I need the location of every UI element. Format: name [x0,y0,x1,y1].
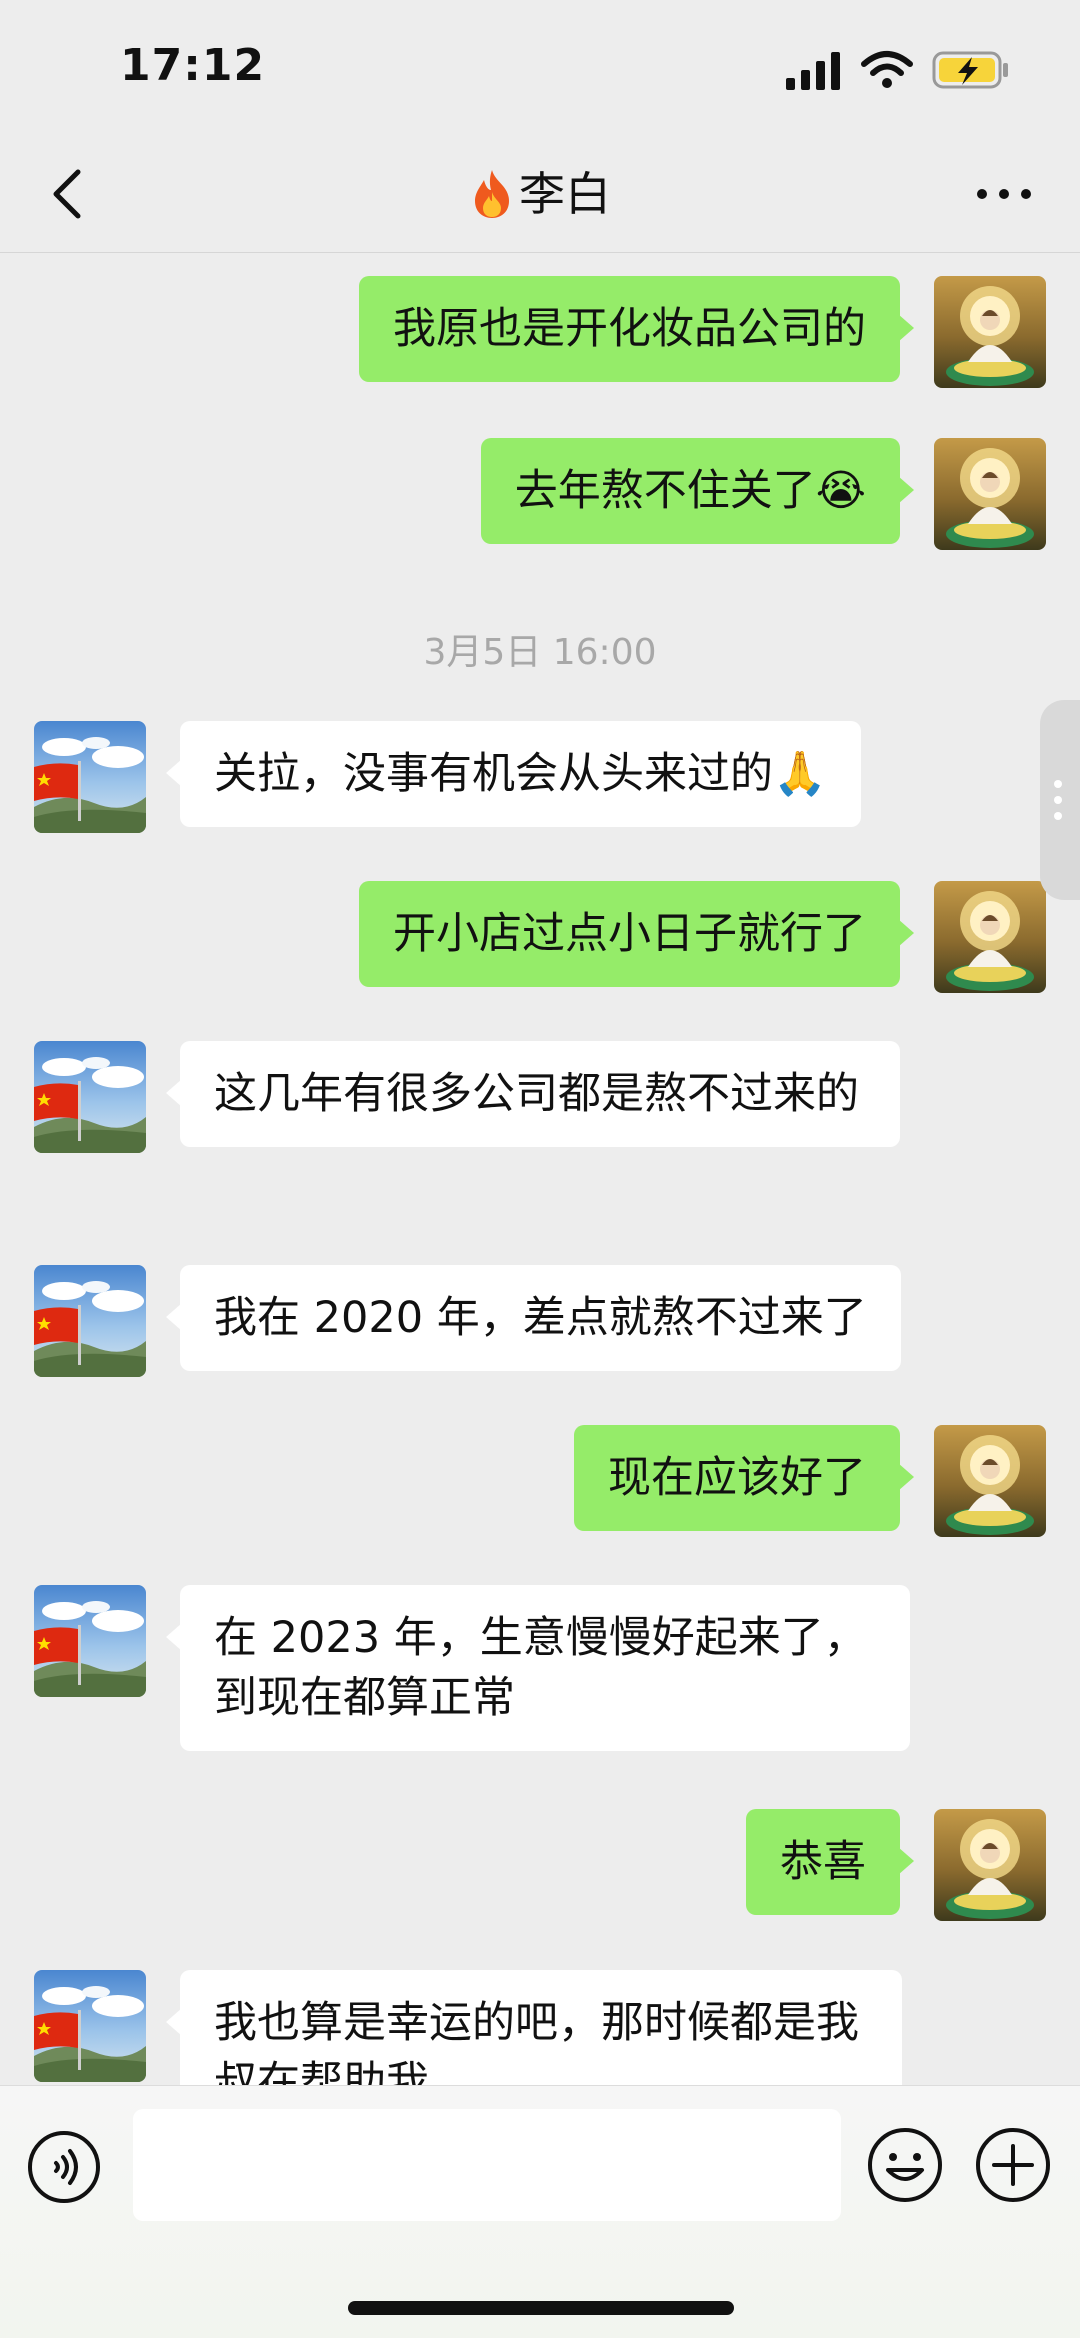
status-icons [784,48,1010,92]
status-bar: 17:12 [0,0,1080,140]
status-time: 17:12 [120,40,266,91]
message-bubble-sent[interactable]: 恭喜 [746,1809,914,1915]
chat-header: 李白 [0,140,1080,253]
contact-avatar[interactable] [34,1585,146,1697]
voice-input-icon[interactable] [26,2129,102,2205]
contact-avatar[interactable] [34,1970,146,2082]
my-avatar[interactable] [934,1425,1046,1537]
chat-title-text: 李白 [519,167,611,221]
my-avatar[interactable] [934,438,1046,550]
contact-avatar[interactable] [34,721,146,833]
fire-icon [475,170,509,218]
message-bubble-received[interactable]: 我在 2020 年，差点就熬不过来了 [166,1265,901,1371]
message-bubble-received[interactable]: 在 2023 年，生意慢慢好起来了，到现在都算正常 [166,1585,910,1751]
add-more-icon[interactable] [974,2126,1052,2204]
message-bubble-received[interactable]: 关拉，没事有机会从头来过的🙏 [166,721,861,827]
signal-icon [786,52,840,90]
contact-avatar[interactable] [34,1041,146,1153]
message-bubble-sent[interactable]: 现在应该好了 [574,1425,914,1531]
wifi-icon [861,51,913,88]
message-bubble-sent[interactable]: 开小店过点小日子就行了 [359,881,914,987]
input-bar [0,2085,1080,2338]
battery-charging-icon [932,51,1008,89]
my-avatar[interactable] [934,881,1046,993]
home-indicator [348,2301,734,2315]
emoji-icon[interactable] [866,2126,944,2204]
my-avatar[interactable] [934,1809,1046,1921]
message-bubble-received[interactable]: 我也算是幸运的吧，那时候都是我叔在帮助我 [166,1970,902,2085]
message-list[interactable]: 我原也是开化妆品公司的 去年熬不住关了😭 3月5日 16:00 关拉，没事有机会… [0,253,1080,2085]
message-bubble-sent[interactable]: 去年熬不住关了😭 [480,438,915,544]
message-input[interactable] [133,2109,841,2221]
more-options-icon[interactable] [968,162,1040,226]
contact-avatar[interactable] [34,1265,146,1377]
message-bubble-sent[interactable]: 我原也是开化妆品公司的 [359,276,914,382]
side-panel-handle[interactable] [1040,700,1080,900]
my-avatar[interactable] [934,276,1046,388]
message-bubble-received[interactable]: 这几年有很多公司都是熬不过来的 [166,1041,900,1147]
message-timestamp: 3月5日 16:00 [423,632,657,673]
chat-title: 李白 [0,162,1080,226]
